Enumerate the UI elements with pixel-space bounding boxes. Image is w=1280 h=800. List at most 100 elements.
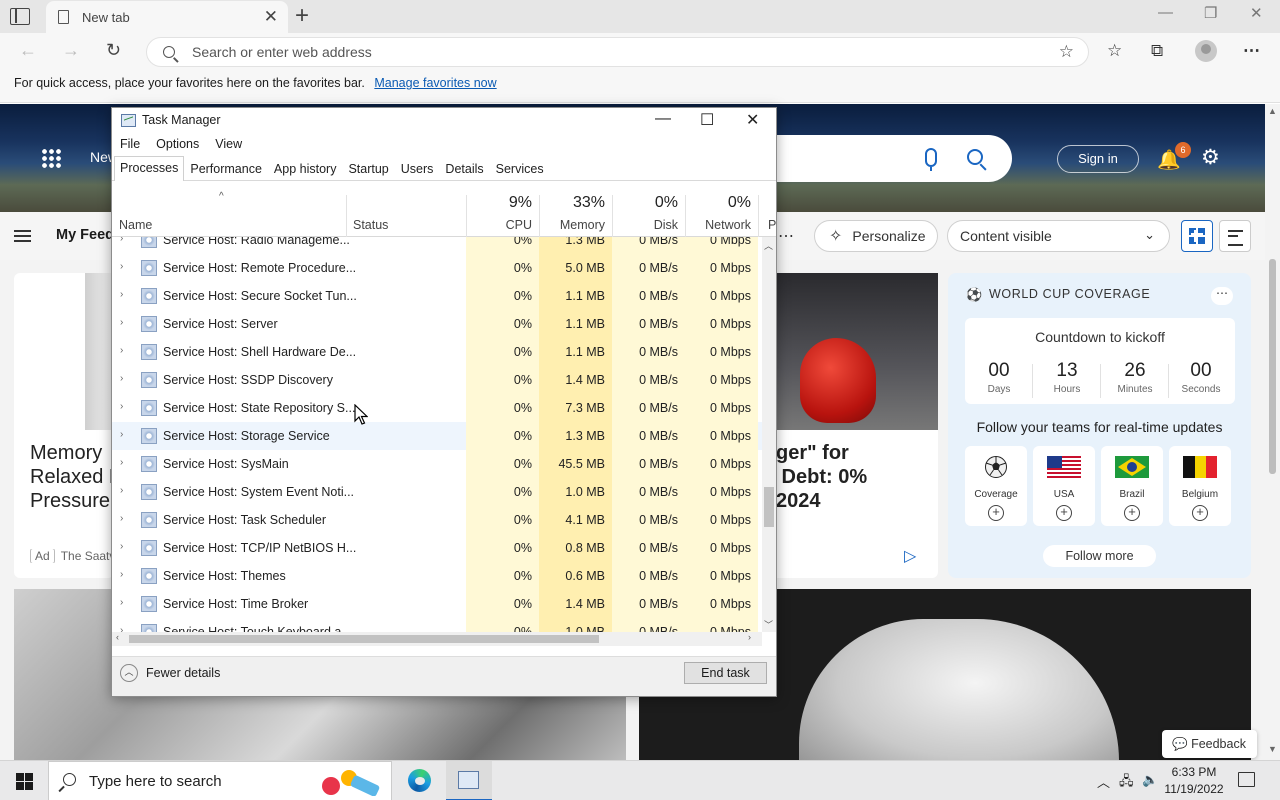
forward-icon[interactable]: →	[62, 40, 80, 61]
scroll-up-icon[interactable]: ︿	[764, 239, 773, 252]
content-visibility-dropdown[interactable]: Content visible ⌄	[947, 220, 1170, 252]
action-center-icon[interactable]	[1238, 772, 1255, 787]
expand-chevron-icon[interactable]: ›	[120, 625, 123, 632]
collections-icon[interactable]: ⧉	[1151, 41, 1163, 61]
table-row[interactable]: › Service Host: State Repository S... 0% 7.…	[112, 394, 762, 422]
personalize-button[interactable]: ✧ Personalize	[814, 220, 938, 252]
tab-performance[interactable]: Performance	[184, 157, 268, 180]
maximize-icon[interactable]: ☐	[700, 110, 714, 130]
taskbar-edge-button[interactable]	[400, 761, 438, 800]
taskbar-task-manager-button[interactable]	[446, 761, 492, 800]
horizontal-scrollbar[interactable]: ‹ ›	[112, 632, 762, 646]
manage-favorites-link[interactable]: Manage favorites now	[374, 76, 496, 90]
end-task-button[interactable]: End task	[684, 662, 767, 684]
browser-tab-new-tab[interactable]: New tab ✕	[46, 1, 288, 33]
page-scrollbar[interactable]: ▲ ▼	[1265, 104, 1280, 760]
microphone-icon[interactable]	[925, 148, 937, 167]
apps-grid-icon[interactable]	[41, 148, 62, 169]
hamburger-menu-icon[interactable]	[14, 230, 31, 242]
show-hidden-icons-icon[interactable]: ︿	[1097, 772, 1110, 791]
expand-chevron-icon[interactable]: ›	[120, 401, 123, 412]
table-row[interactable]: › Service Host: Remote Procedure... 0% 5.0 …	[112, 254, 762, 282]
more-options-icon[interactable]: ⋯	[1243, 41, 1260, 61]
system-clock[interactable]: 6:33 PM 11/19/2022	[1160, 764, 1228, 798]
table-row[interactable]: › Service Host: Time Broker 0% 1.4 MB 0 MB/s…	[112, 590, 762, 618]
table-row[interactable]: › Service Host: SSDP Discovery 0% 1.4 MB 0 M…	[112, 366, 762, 394]
table-row[interactable]: › Service Host: Touch Keyboard a... 0% 1.0 …	[112, 618, 762, 632]
fewer-details-link[interactable]: Fewer details	[146, 666, 220, 680]
expand-chevron-icon[interactable]: ›	[120, 289, 123, 300]
menu-options[interactable]: Options	[148, 135, 207, 155]
minimize-icon[interactable]: —	[655, 110, 671, 128]
scroll-up-icon[interactable]: ▲	[1268, 106, 1277, 116]
expand-chevron-icon[interactable]: ›	[120, 261, 123, 272]
tab-details[interactable]: Details	[439, 157, 489, 180]
tab-services[interactable]: Services	[490, 157, 550, 180]
feedback-button[interactable]: 💬 Feedback	[1162, 730, 1257, 758]
volume-icon[interactable]: 🔈	[1142, 772, 1158, 788]
scroll-down-icon[interactable]: ▼	[1268, 744, 1277, 754]
table-row[interactable]: › Service Host: Radio Manageme... 0% 1.3 MB…	[112, 237, 762, 254]
follow-plus-icon[interactable]: +	[988, 505, 1004, 521]
network-icon[interactable]: 🖧	[1119, 772, 1134, 794]
column-power-partial[interactable]: P	[768, 218, 776, 232]
tab-actions-icon[interactable]	[10, 8, 30, 25]
address-bar[interactable]: Search or enter web address ☆	[146, 37, 1089, 67]
my-feed-tab[interactable]: My Feed	[56, 227, 114, 243]
scroll-down-icon[interactable]: ﹀	[764, 618, 773, 631]
task-manager-titlebar[interactable]: Task Manager — ☐ ✕	[112, 108, 776, 134]
expand-chevron-icon[interactable]: ›	[120, 541, 123, 552]
expand-chevron-icon[interactable]: ›	[120, 237, 123, 244]
table-row[interactable]: › Service Host: Themes 0% 0.6 MB 0 MB/s 0 Mbp…	[112, 562, 762, 590]
horizontal-scrollbar-thumb[interactable]	[129, 635, 599, 643]
tab-users[interactable]: Users	[395, 157, 440, 180]
scroll-right-icon[interactable]: ›	[748, 632, 751, 642]
profile-avatar[interactable]	[1195, 40, 1217, 62]
scroll-left-icon[interactable]: ‹	[116, 632, 119, 642]
table-row[interactable]: › Service Host: System Event Noti... 0% 1.0…	[112, 478, 762, 506]
menu-view[interactable]: View	[207, 135, 250, 155]
expand-chevron-icon[interactable]: ›	[120, 513, 123, 524]
new-tab-icon[interactable]: +	[295, 2, 309, 30]
expand-chevron-icon[interactable]: ›	[120, 569, 123, 580]
vertical-scrollbar-thumb[interactable]	[764, 487, 774, 527]
table-row[interactable]: › Service Host: Secure Socket Tun... 0% 1.1…	[112, 282, 762, 310]
expand-chevron-icon[interactable]: ›	[120, 429, 123, 440]
table-row[interactable]: › Service Host: TCP/IP NetBIOS H... 0% 0.8 …	[112, 534, 762, 562]
follow-more-button[interactable]: Follow more	[1043, 545, 1156, 567]
team-usa[interactable]: USA +	[1033, 446, 1095, 526]
column-name[interactable]: Name	[119, 218, 152, 232]
chevron-up-circle-icon[interactable]: ︿	[120, 664, 138, 682]
table-row[interactable]: › Service Host: Storage Service 0% 1.3 MB 0 …	[112, 422, 762, 450]
add-favorite-icon[interactable]: ☆	[1059, 42, 1074, 62]
restore-icon[interactable]: ❐	[1204, 4, 1217, 22]
taskbar-search-box[interactable]: Type here to search	[48, 761, 392, 800]
expand-chevron-icon[interactable]: ›	[120, 345, 123, 356]
team-brazil[interactable]: Brazil +	[1101, 446, 1163, 526]
grid-view-button[interactable]	[1181, 220, 1213, 252]
close-icon[interactable]: ✕	[746, 110, 759, 130]
table-row[interactable]: › Service Host: Shell Hardware De... 0% 1.1…	[112, 338, 762, 366]
expand-chevron-icon[interactable]: ›	[120, 457, 123, 468]
disk-total[interactable]: 0%	[612, 194, 678, 212]
menu-file[interactable]: File	[112, 135, 148, 155]
cpu-total[interactable]: 9%	[466, 194, 532, 212]
sign-in-button[interactable]: Sign in	[1057, 145, 1139, 173]
column-network[interactable]: Network	[685, 218, 751, 232]
expand-chevron-icon[interactable]: ›	[120, 597, 123, 608]
team-belgium[interactable]: Belgium +	[1169, 446, 1231, 526]
table-row[interactable]: › Service Host: Server 0% 1.1 MB 0 MB/s 0 Mbp…	[112, 310, 762, 338]
follow-plus-icon[interactable]: +	[1192, 505, 1208, 521]
close-window-icon[interactable]: ✕	[1250, 4, 1263, 22]
column-memory[interactable]: Memory	[539, 218, 605, 232]
follow-plus-icon[interactable]: +	[1056, 505, 1072, 521]
table-row[interactable]: › Service Host: Task Scheduler 0% 4.1 MB 0 M…	[112, 506, 762, 534]
expand-chevron-icon[interactable]: ›	[120, 485, 123, 496]
page-scrollbar-thumb[interactable]	[1269, 259, 1276, 474]
table-row[interactable]: › Service Host: SysMain 0% 45.5 MB 0 MB/s 0 M…	[112, 450, 762, 478]
minimize-icon[interactable]: —	[1158, 4, 1173, 21]
news-card-boxing[interactable]: ger" for Debt: 0% 2024 ▷	[776, 273, 938, 578]
refresh-icon[interactable]: ↻	[106, 40, 121, 61]
expand-chevron-icon[interactable]: ›	[120, 373, 123, 384]
network-total[interactable]: 0%	[685, 194, 751, 212]
